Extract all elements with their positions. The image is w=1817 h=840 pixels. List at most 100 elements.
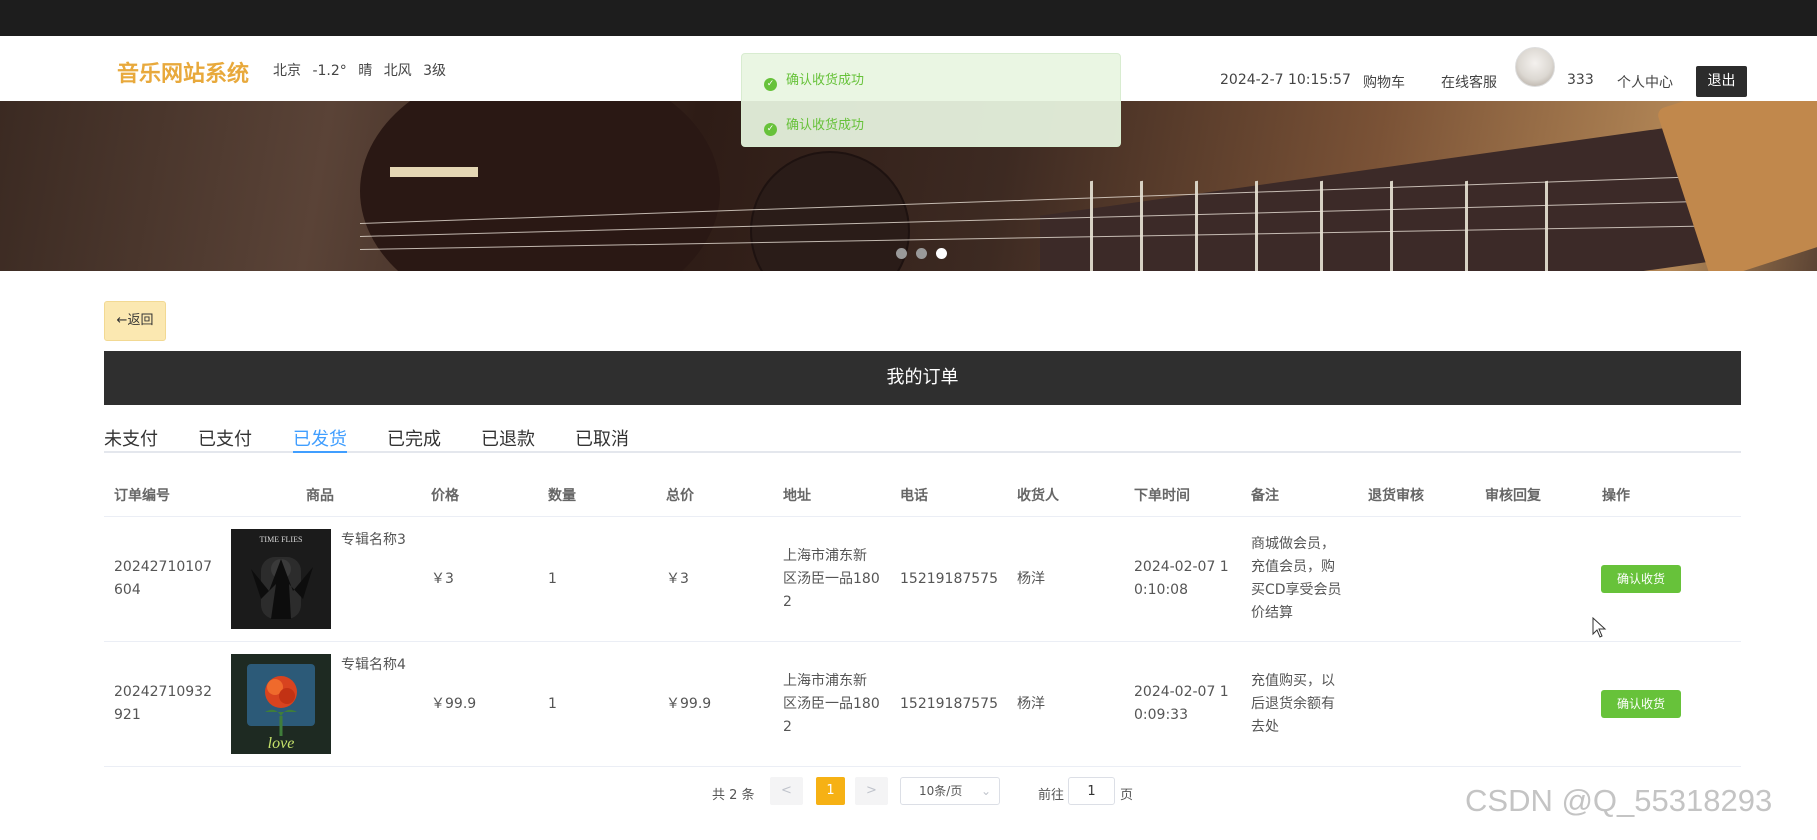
banner-fret [1390,180,1393,271]
col-order-no: 订单编号 [114,488,170,504]
carousel-dot[interactable] [916,248,927,259]
receiver: 杨洋 [1017,696,1045,712]
address-line: 上海市浦东新 [783,673,867,689]
address-line: 上海市浦东新 [783,548,867,564]
pagination-total: 共 2 条 [712,788,755,803]
cart-link[interactable]: 购物车 [1363,72,1405,92]
current-datetime: 2024-2-7 10:15:57 [1220,72,1351,88]
banner-fret [1545,180,1548,271]
confirm-receipt-button[interactable]: 确认收货 [1601,565,1681,593]
order-time-line: 0:09:33 [1134,707,1188,723]
order-number-line: 20242710107 [114,559,212,575]
tab-shipped[interactable]: 已发货 [293,425,347,451]
order-time-line: 0:10:08 [1134,582,1188,598]
address-line: 2 [783,719,792,735]
avatar[interactable] [1515,47,1555,87]
logout-button[interactable]: 退出 [1696,66,1747,97]
note: 商城做会员， 充值会员，购 买CD享受会员 价结算 [1251,533,1342,625]
page-number-current[interactable]: 1 [816,777,845,805]
total-price: ￥3 [666,571,689,587]
phone: 15219187575 [900,696,998,712]
album-cover-text: love [268,735,295,752]
address-line: 区汤臣一品180 [783,571,880,587]
quantity: 1 [548,571,557,587]
prev-page-button[interactable]: < [770,777,803,805]
table-header: 订单编号 商品 价格 数量 总价 地址 电话 收货人 下单时间 备注 退货审核 … [104,470,1741,517]
col-order-time: 下单时间 [1134,488,1190,504]
total-price: ￥99.9 [666,696,712,712]
order-time-line: 2024-02-07 1 [1134,559,1229,575]
album-cover-rose: love [231,654,331,754]
col-product: 商品 [306,488,334,504]
check-circle-icon: ✓ [764,78,777,91]
phone: 15219187575 [900,571,998,587]
toast-text: 确认收货成功 [786,73,865,88]
banner-sound-hole [750,151,910,271]
note-line: 充值会员，购 [1251,559,1335,575]
tab-paid[interactable]: 已支付 [198,425,252,451]
order-status-tabs: 未支付 已支付 已发货 已完成 已退款 已取消 [104,420,1741,453]
carousel-dot-active[interactable] [936,248,947,259]
next-page-button[interactable]: > [855,777,888,805]
back-button[interactable]: ←返回 [104,301,166,341]
tab-completed[interactable]: 已完成 [387,425,441,451]
price: ￥99.9 [431,696,477,712]
order-number-line: 20242710932 [114,684,212,700]
product-name[interactable]: 专辑名称4 [341,654,406,674]
note-line: 后退货余额有 [1251,696,1335,712]
col-phone: 电话 [900,488,928,504]
col-receiver: 收货人 [1017,488,1059,504]
toast-message: ✓ 确认收货成功 [764,114,864,136]
note: 充值购买，以 后退货余额有 去处 [1251,670,1335,739]
mouse-cursor-icon [1592,617,1607,638]
order-number: 20242710107 604 [114,556,212,602]
col-action: 操作 [1602,488,1630,504]
tab-cancelled[interactable]: 已取消 [575,425,629,451]
col-total: 总价 [666,488,694,504]
note-line: 商城做会员， [1251,536,1335,552]
banner-fret [1255,180,1258,271]
chevron-down-icon: ⌄ [980,784,991,798]
weather-temp: -1.2° [312,63,347,79]
tab-refunded[interactable]: 已退款 [481,425,535,451]
weather-condition: 晴 [358,63,373,79]
col-qty: 数量 [548,488,576,504]
quantity: 1 [548,696,557,712]
product-name[interactable]: 专辑名称3 [341,529,406,549]
col-return-review: 退货审核 [1368,488,1424,504]
carousel-dot[interactable] [896,248,907,259]
toast-message: ✓ 确认收货成功 [764,69,864,91]
album-cover-text: TIME FLIES [260,535,303,544]
tab-unpaid[interactable]: 未支付 [104,425,158,451]
album-cover-image[interactable]: love [231,654,331,754]
page-size-select[interactable]: 10条/页 ⌄ [900,777,1000,805]
weather-info: 北京 -1.2° 晴 北风 3级 [273,60,453,80]
album-cover-image[interactable]: TIME FLIES [231,529,331,629]
window-top-strip [0,0,1817,36]
order-number-line: 604 [114,582,141,598]
order-number: 20242710932 921 [114,681,212,727]
confirm-receipt-button[interactable]: 确认收货 [1601,690,1681,718]
banner-bridge [390,167,478,177]
banner-fret [1140,180,1143,271]
address: 上海市浦东新 区汤臣一品180 2 [783,670,880,739]
banner-fret [1320,180,1323,271]
order-number-line: 921 [114,707,141,723]
site-title[interactable]: 音乐网站系统 [117,56,249,88]
col-price: 价格 [431,488,459,504]
order-time: 2024-02-07 1 0:10:08 [1134,556,1229,602]
price: ￥3 [431,571,454,587]
table-row: 20242710107 604 TIME FLIES 专辑名称3 ￥3 1 ￥3… [104,517,1741,642]
online-service-link[interactable]: 在线客服 [1441,72,1497,92]
address-line: 区汤臣一品180 [783,696,880,712]
toast-text: 确认收货成功 [786,118,865,133]
order-time-line: 2024-02-07 1 [1134,684,1229,700]
address-line: 2 [783,594,792,610]
user-center-link[interactable]: 个人中心 [1617,72,1673,92]
order-time: 2024-02-07 1 0:09:33 [1134,681,1229,727]
goto-suffix: 页 [1120,788,1134,803]
active-tab-underline [293,451,347,453]
goto-page-input[interactable] [1068,777,1115,805]
weather-city: 北京 [273,63,301,79]
address: 上海市浦东新 区汤臣一品180 2 [783,545,880,614]
